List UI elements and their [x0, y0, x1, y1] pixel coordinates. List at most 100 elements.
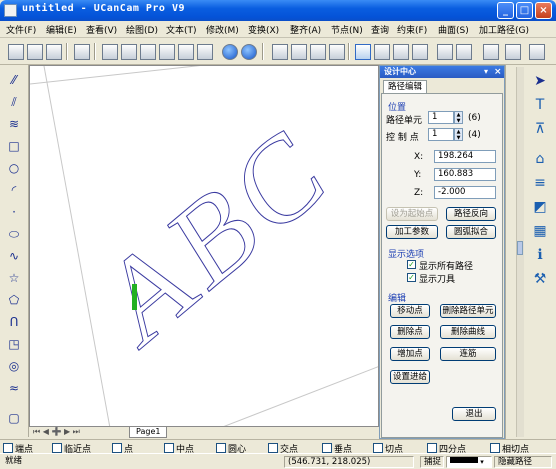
paste-icon[interactable]	[138, 42, 156, 60]
wave-tool-icon[interactable]: ≈	[5, 379, 23, 397]
layer-stack-icon[interactable]: ≡	[530, 173, 550, 193]
node-edit-icon[interactable]: ⊼	[530, 119, 550, 139]
show-all-paths-checkbox[interactable]: ✓	[407, 260, 416, 269]
menu-surface[interactable]: 曲面(S)	[438, 23, 469, 36]
line-tool-icon[interactable]: ⁄⁄	[5, 71, 23, 89]
menu-edit[interactable]: 编辑(E)	[46, 23, 77, 36]
menu-draw[interactable]: 绘图(D)	[126, 23, 158, 36]
text-t-icon[interactable]: T	[530, 95, 550, 115]
redo-icon[interactable]	[239, 42, 257, 60]
view-3d-icon[interactable]	[527, 42, 545, 60]
select-arrow-icon[interactable]: ➤	[530, 71, 550, 91]
print-icon[interactable]	[72, 42, 90, 60]
status-color-select[interactable]: ▾	[446, 456, 492, 468]
menu-constraint[interactable]: 约束(F)	[397, 23, 427, 36]
rotate-view-icon[interactable]	[503, 42, 521, 60]
set-feed-button[interactable]: 设置进给	[390, 370, 430, 384]
point-tool-icon[interactable]: ·	[5, 203, 23, 221]
new-file-icon[interactable]	[6, 42, 24, 60]
ruler-icon[interactable]	[176, 42, 194, 60]
grid-icon[interactable]: ▦	[530, 221, 550, 241]
page-tab[interactable]: Page1	[129, 427, 168, 438]
properties-icon[interactable]	[157, 42, 175, 60]
path-unit-input[interactable]: 1	[428, 111, 454, 124]
y-input[interactable]: 160.883	[434, 168, 496, 181]
polyline-tool-icon[interactable]: ⫽	[5, 93, 23, 111]
delete-point-button[interactable]: 删除点	[390, 325, 430, 339]
tool-select-icon[interactable]	[270, 42, 288, 60]
show-tool-checkbox[interactable]: ✓	[407, 273, 416, 282]
save-icon[interactable]	[44, 42, 62, 60]
panel-pin-icon[interactable]: ▾	[484, 66, 488, 78]
arc-fit-button[interactable]: 圆弧拟合	[446, 225, 496, 239]
text-tool-icon[interactable]: Ո	[5, 313, 23, 331]
move-point-button[interactable]: 移动点	[390, 304, 430, 318]
set-start-point-button[interactable]: 设为起始点	[386, 207, 438, 221]
x-input[interactable]: 198.264	[434, 150, 496, 163]
zoom-window-icon[interactable]	[353, 42, 371, 60]
output-icon[interactable]	[327, 42, 345, 60]
ctrl-point-input[interactable]: 1	[428, 128, 454, 141]
maximize-button[interactable]: □	[516, 2, 533, 19]
tool-engrave-icon[interactable]: ⚒	[530, 269, 550, 289]
tab-path-edit[interactable]: 路径编辑	[383, 80, 428, 93]
menu-text[interactable]: 文本(T)	[166, 23, 197, 36]
page-nav-icons[interactable]: ⏮ ◀ ➕ ▶ ⏭	[33, 427, 80, 437]
menu-file[interactable]: 文件(F)	[6, 23, 36, 36]
layer-icon[interactable]	[195, 42, 213, 60]
star-tool-icon[interactable]: ☆	[5, 269, 23, 287]
pan-hand-icon[interactable]	[481, 42, 499, 60]
close-button[interactable]: ×	[535, 2, 552, 19]
zoom-out-icon[interactable]	[391, 42, 409, 60]
ellipse-tool-icon[interactable]: ⬭	[5, 225, 23, 243]
add-point-button[interactable]: 增加点	[390, 347, 430, 361]
hide-path-button[interactable]: 隐藏路径	[494, 456, 552, 468]
minimize-button[interactable]: _	[497, 2, 514, 19]
path-unit-spinner[interactable]: ▲ ▼	[454, 111, 463, 124]
spline-tool-icon[interactable]: ∿	[5, 247, 23, 265]
z-input[interactable]: -2.000	[434, 186, 496, 199]
polygon-tool-icon[interactable]: ⬠	[5, 291, 23, 309]
reverse-path-button[interactable]: 路径反向	[446, 207, 496, 221]
menu-align[interactable]: 整齐(A)	[290, 23, 321, 36]
machine-icon[interactable]	[308, 42, 326, 60]
cut-icon[interactable]	[100, 42, 118, 60]
shape-icon[interactable]: ◩	[530, 197, 550, 217]
zoom-all-icon[interactable]	[410, 42, 428, 60]
spiral-tool-icon[interactable]: ◎	[5, 357, 23, 375]
open-file-icon[interactable]	[25, 42, 43, 60]
panel-close-icon[interactable]: ×	[494, 66, 502, 78]
fillet-tool-icon[interactable]: ◳	[5, 335, 23, 353]
connect-button[interactable]: 连筋	[440, 347, 496, 361]
tool-lib-icon[interactable]	[289, 42, 307, 60]
frame-tool-icon[interactable]: ▢	[5, 409, 23, 427]
ctrl-point-spinner[interactable]: ▲ ▼	[454, 128, 463, 141]
menu-modify[interactable]: 修改(M)	[206, 23, 239, 36]
menu-transform[interactable]: 变换(X)	[248, 23, 279, 36]
menu-toolpath[interactable]: 加工路径(G)	[479, 23, 529, 36]
delete-curve-button[interactable]: 删除曲线	[440, 325, 496, 339]
zoom-selection-icon[interactable]	[454, 42, 472, 60]
arc-tool-icon[interactable]: ◜	[5, 181, 23, 199]
multiline-tool-icon[interactable]: ≋	[5, 115, 23, 133]
undo-icon[interactable]	[220, 42, 238, 60]
zoom-page-icon[interactable]	[435, 42, 453, 60]
menu-node[interactable]: 节点(N)	[331, 23, 363, 36]
circle-tool-icon[interactable]: ○	[5, 159, 23, 177]
app-icon	[4, 4, 17, 17]
right-scroll-thumb[interactable]	[517, 241, 523, 255]
exit-button[interactable]: 退出	[452, 407, 496, 421]
rectangle-tool-icon[interactable]: □	[5, 137, 23, 155]
status-snap[interactable]: 捕捉	[420, 456, 444, 468]
zoom-in-icon[interactable]	[372, 42, 390, 60]
path-unit-label: 路径单元	[386, 116, 423, 126]
copy-icon[interactable]	[119, 42, 137, 60]
drawing-canvas[interactable]: ABC	[29, 65, 379, 427]
menu-query[interactable]: 查询	[371, 23, 389, 36]
menu-view[interactable]: 查看(V)	[86, 23, 117, 36]
delete-path-unit-button[interactable]: 删除路径单元	[440, 304, 496, 318]
title-bar: untitled - UCanCam Pro V9 _ □ ×	[0, 0, 556, 21]
info-icon[interactable]: ℹ	[530, 245, 550, 265]
house-icon[interactable]: ⌂	[530, 149, 550, 169]
machining-params-button[interactable]: 加工参数	[386, 225, 438, 239]
